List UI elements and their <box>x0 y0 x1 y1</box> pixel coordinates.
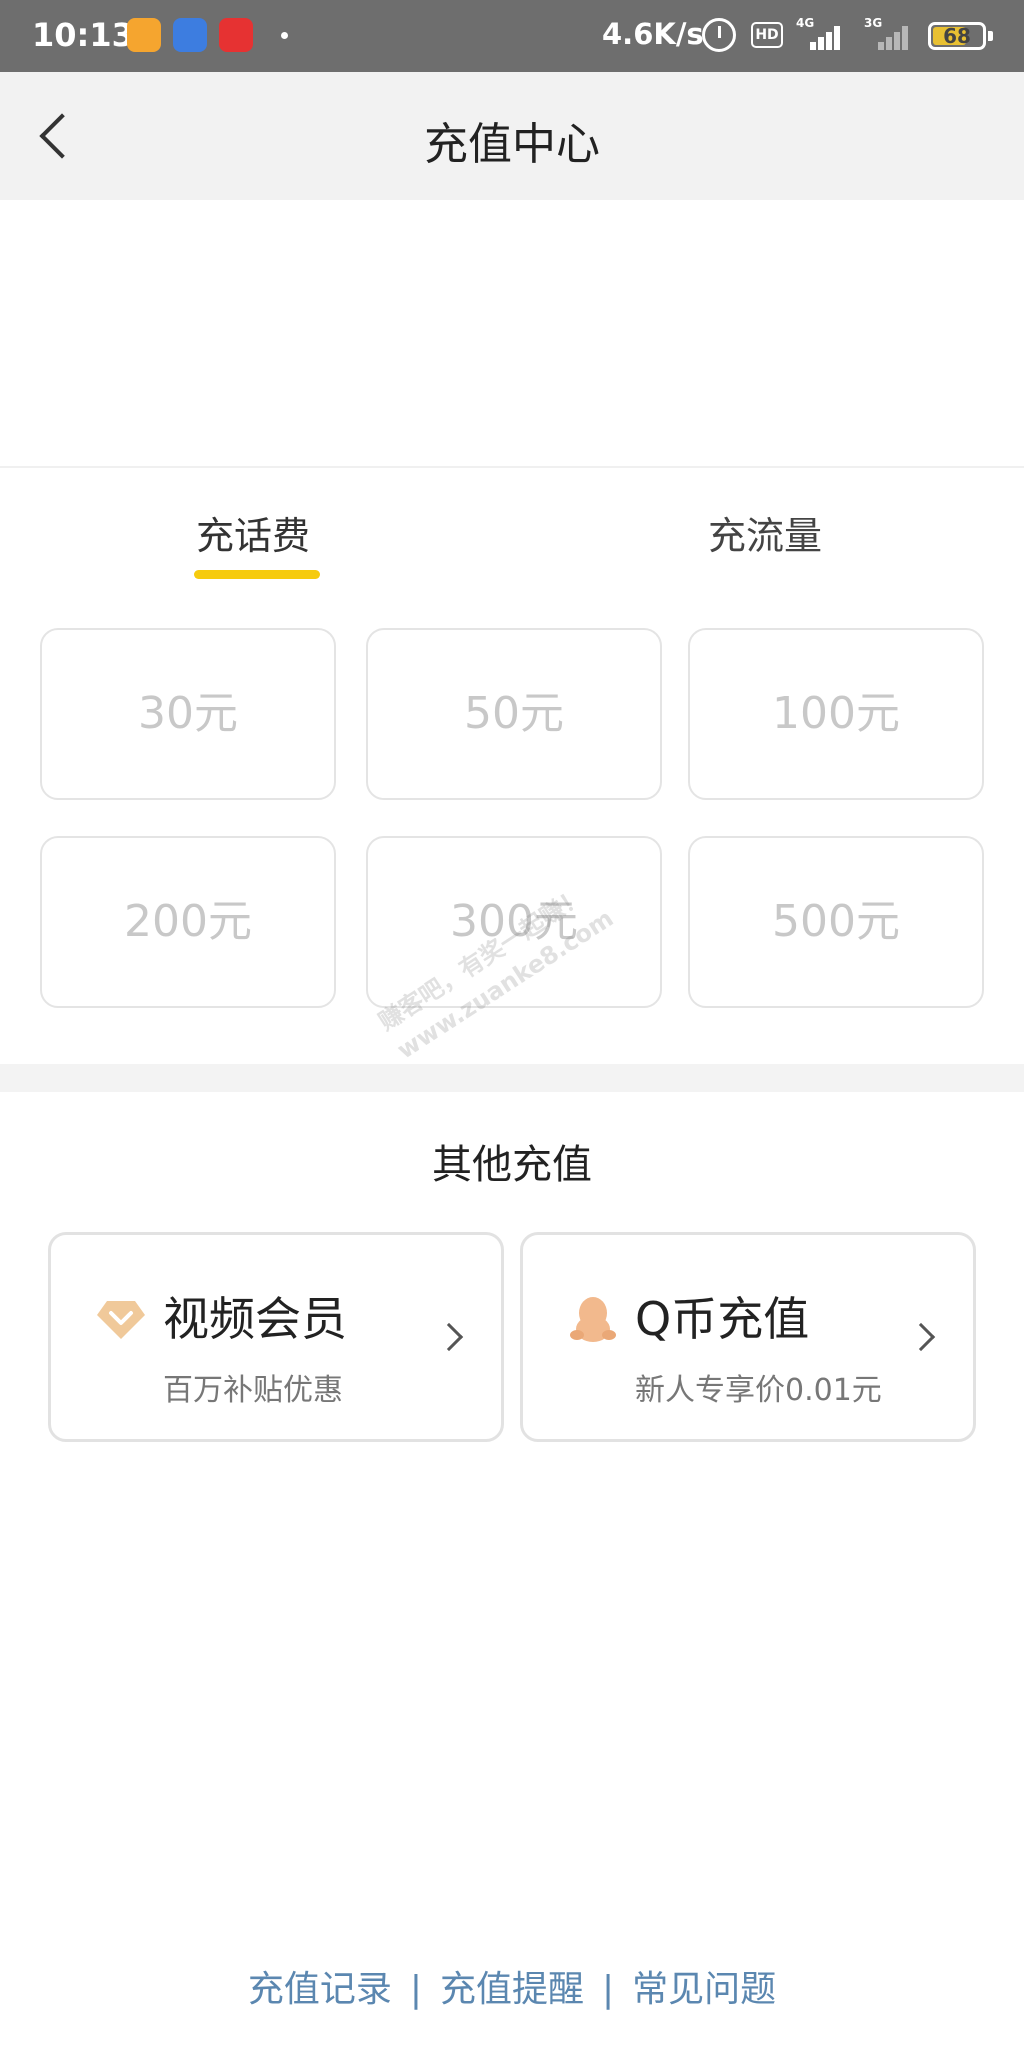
nav-bar: 充值中心 <box>0 72 1024 200</box>
amount-option[interactable]: 200元 <box>40 836 336 1008</box>
card-subtitle: 新人专享价0.01元 <box>635 1373 882 1408</box>
tab-phone-credit[interactable]: 充话费 <box>196 505 310 560</box>
amount-option[interactable]: 500元 <box>688 836 984 1008</box>
hd-icon: HD <box>751 22 783 48</box>
footer-separator: | <box>409 1969 422 2010</box>
battery-cap <box>988 31 993 41</box>
battery-level: 68 <box>943 24 971 48</box>
faq-link[interactable]: 常见问题 <box>632 1960 776 2012</box>
card-subtitle: 百万补贴优惠 <box>163 1373 343 1408</box>
active-tab-indicator <box>194 570 320 579</box>
signal-3g-label: 3G <box>864 16 883 30</box>
network-speed: 4.6K/s <box>602 17 704 51</box>
notification-app-icon <box>219 18 253 52</box>
amount-option[interactable]: 50元 <box>366 628 662 800</box>
other-recharge-title: 其他充值 <box>432 1142 592 1188</box>
banner-area <box>0 200 1024 468</box>
notification-app-icon <box>173 18 207 52</box>
signal-4g-label: 4G <box>796 16 815 30</box>
status-bar: 10:13 4.6K/s HD 4G 3G 68 <box>0 0 1024 72</box>
tab-data-plan[interactable]: 充流量 <box>708 505 822 560</box>
qq-penguin-icon <box>570 1297 616 1342</box>
diamond-icon <box>97 1301 145 1339</box>
page-title: 充值中心 <box>424 119 600 170</box>
chevron-right-icon <box>434 1322 464 1352</box>
card-title: 视频会员 <box>163 1292 347 1346</box>
footer-separator: | <box>602 1969 615 2010</box>
status-time: 10:13 <box>32 16 134 54</box>
footer-links: 充值记录 | 充值提醒 | 常见问题 <box>0 1960 1024 2012</box>
amount-option[interactable]: 100元 <box>688 628 984 800</box>
recharge-reminder-link[interactable]: 充值提醒 <box>440 1960 584 2012</box>
section-divider <box>0 1064 1024 1092</box>
signal-3g-icon: 3G <box>864 16 912 50</box>
notification-app-icon <box>127 18 161 52</box>
amount-option[interactable]: 30元 <box>40 628 336 800</box>
more-notifications-dot-icon <box>281 32 288 39</box>
battery-icon: 68 <box>928 22 986 50</box>
signal-4g-icon: 4G <box>796 16 844 50</box>
card-title: Q币充值 <box>635 1292 810 1346</box>
q-coin-card[interactable]: Q币充值 新人专享价0.01元 <box>520 1232 976 1442</box>
recharge-history-link[interactable]: 充值记录 <box>248 1960 392 2012</box>
alarm-icon <box>702 18 736 52</box>
chevron-right-icon <box>906 1322 936 1352</box>
video-membership-card[interactable]: 视频会员 百万补贴优惠 <box>48 1232 504 1442</box>
